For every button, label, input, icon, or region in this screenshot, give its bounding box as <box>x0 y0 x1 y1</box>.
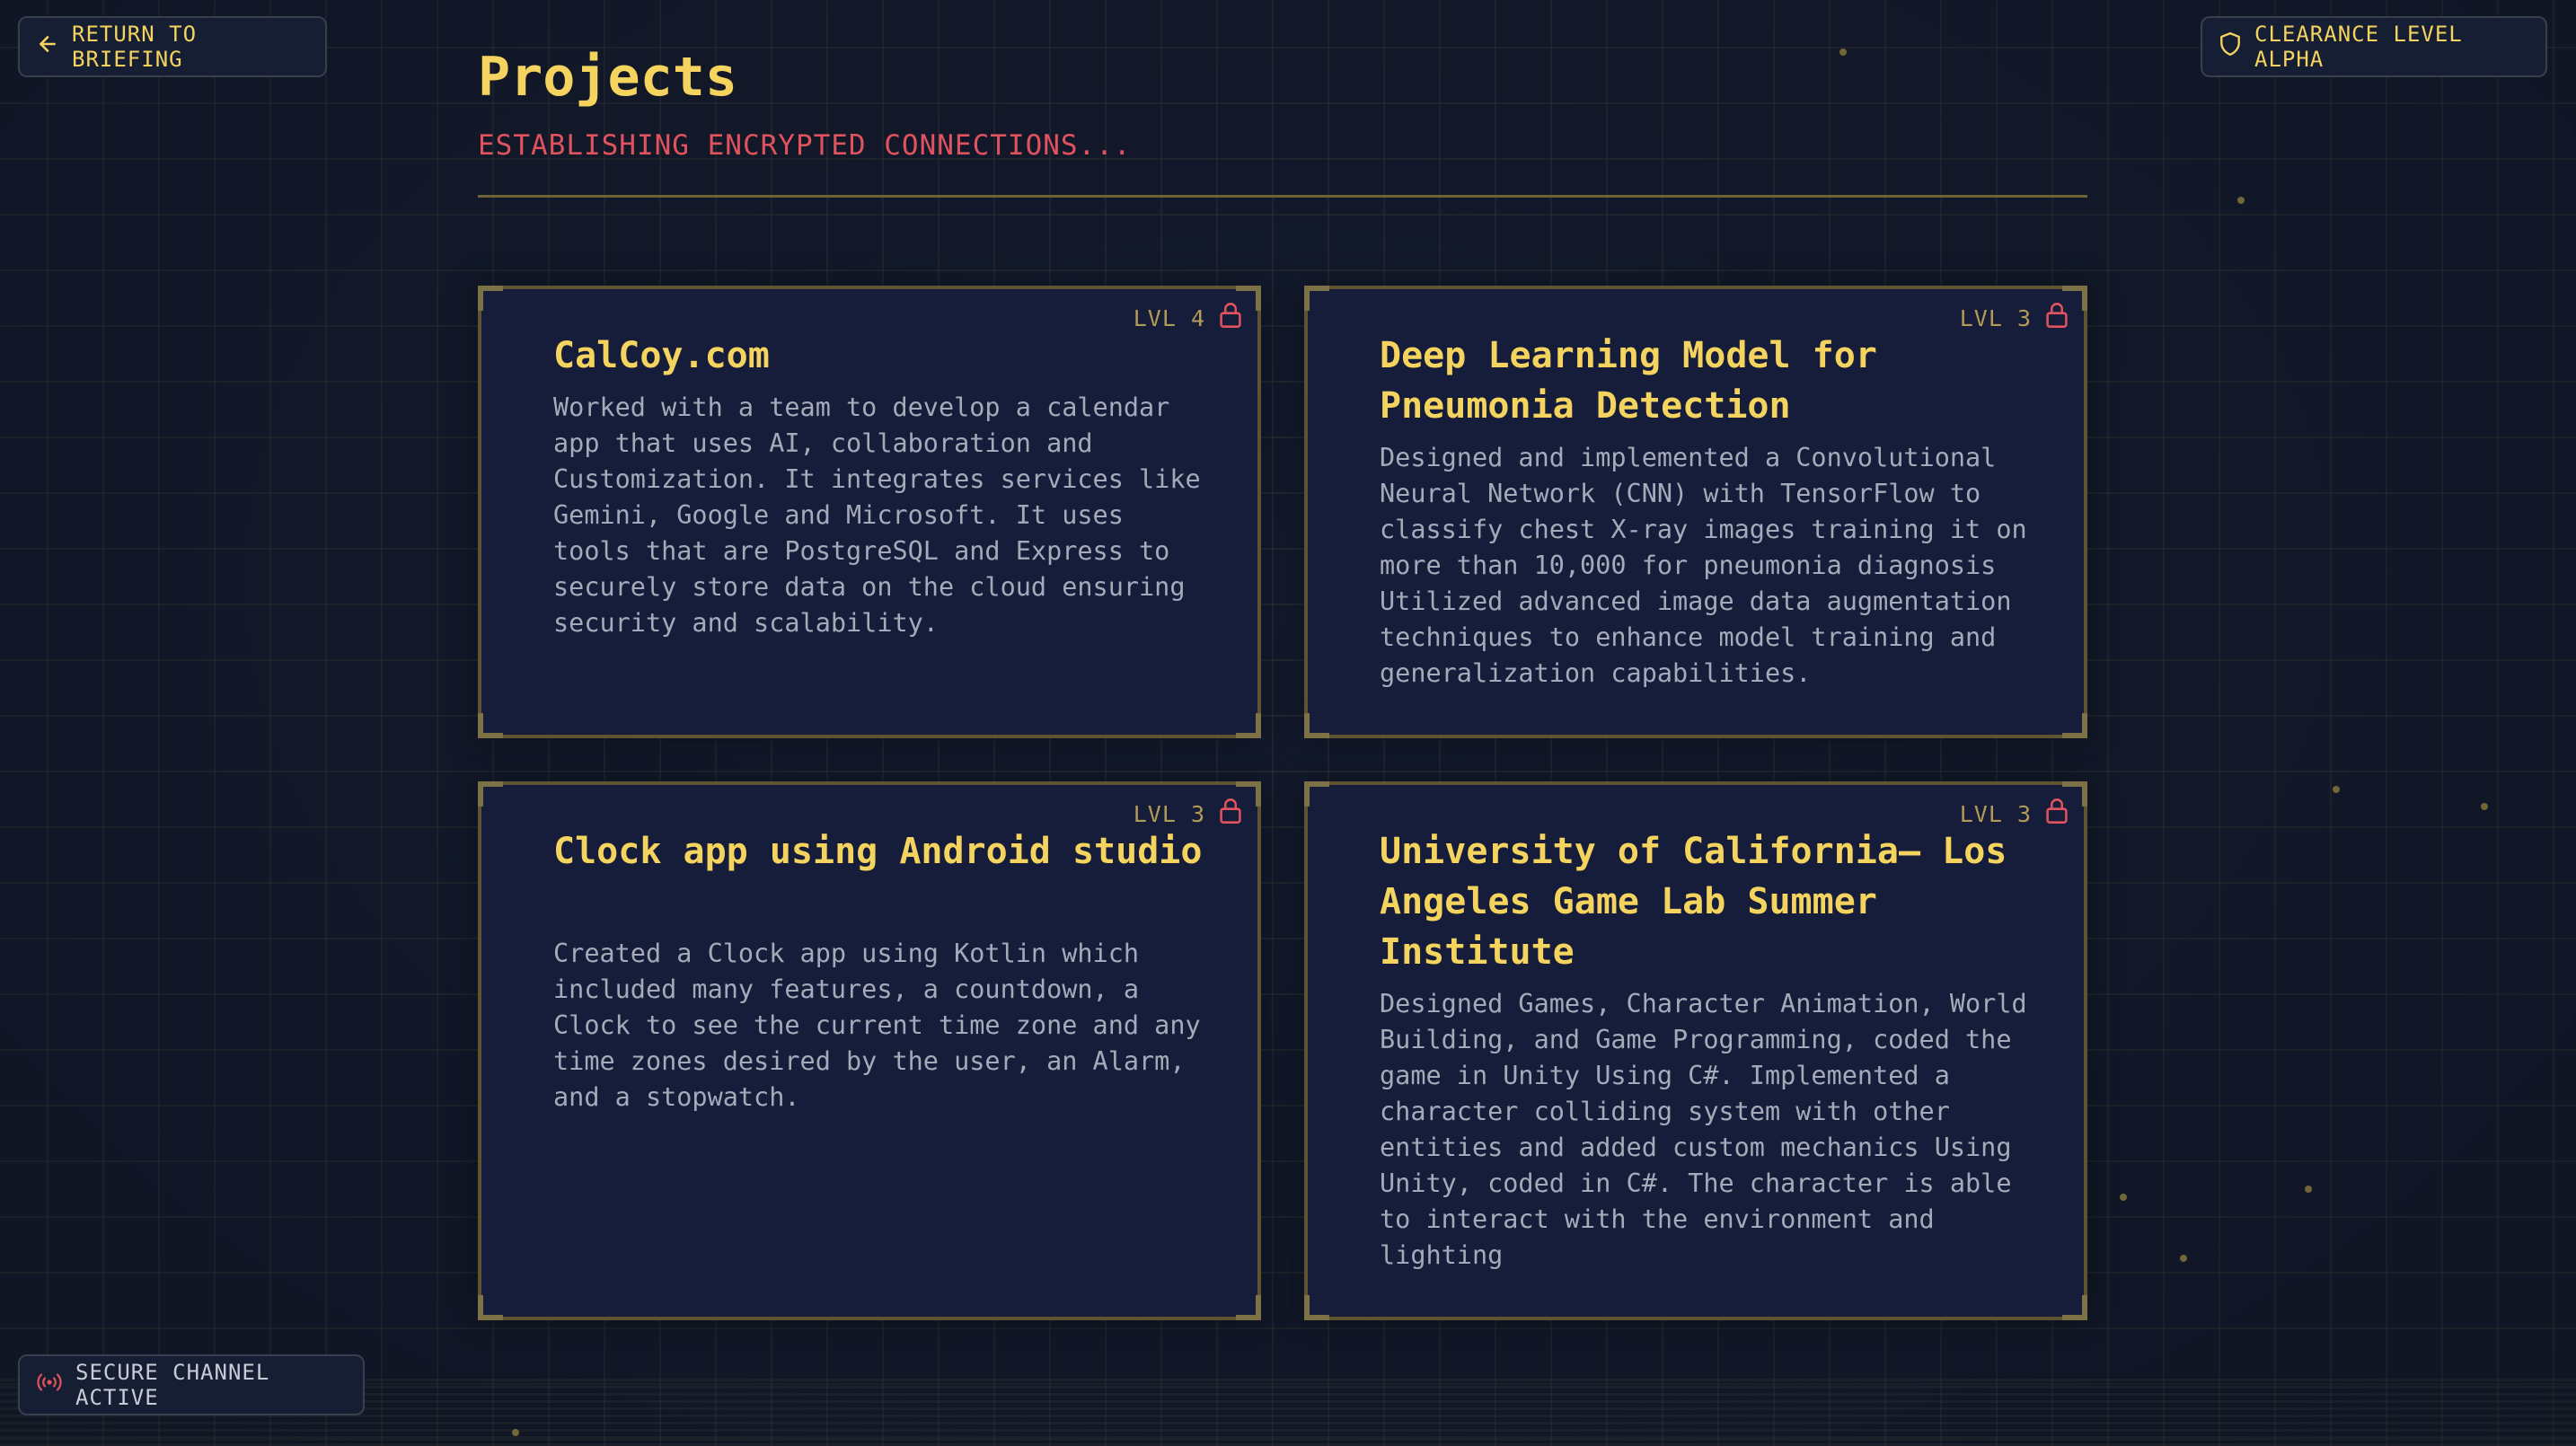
project-card[interactable]: LVL 4 CalCoy.com Worked with a team to d… <box>478 286 1261 738</box>
project-card[interactable]: LVL 3 Clock app using Android studio Cre… <box>478 781 1261 1320</box>
page-subtitle: ESTABLISHING ENCRYPTED CONNECTIONS... <box>478 129 1132 162</box>
particle-dot <box>512 1429 519 1436</box>
card-corner-bracket <box>478 713 503 738</box>
project-description: Designed and implemented a Convolutional… <box>1380 443 2027 688</box>
card-corner-bracket <box>478 286 503 311</box>
particle-dot <box>1839 48 1847 56</box>
clearance-level-tag: LVL 4 <box>1134 302 1243 334</box>
card-corner-bracket <box>1304 1295 1329 1320</box>
clearance-level-tag: LVL 3 <box>1134 798 1243 830</box>
project-card[interactable]: LVL 3 University of California– Los Ange… <box>1304 781 2087 1320</box>
level-label: LVL 3 <box>1959 800 2032 827</box>
card-corner-bracket <box>1304 286 1329 311</box>
background-vignette <box>0 0 2576 1446</box>
particle-dot <box>2180 1255 2187 1262</box>
project-description: Designed Games, Character Animation, Wor… <box>1380 989 2027 1270</box>
level-label: LVL 4 <box>1133 304 1205 331</box>
card-corner-bracket <box>2062 1295 2087 1320</box>
card-corner-bracket <box>478 781 503 807</box>
project-description: Created a Clock app using Kotlin which i… <box>553 939 1201 1112</box>
secure-channel-status: SECURE CHANNEL ACTIVE <box>18 1354 365 1415</box>
clearance-level-tag: LVL 3 <box>1960 798 2069 830</box>
card-corner-bracket <box>1236 713 1261 738</box>
return-to-briefing-button[interactable]: RETURN TO BRIEFING <box>18 16 327 77</box>
card-corner-bracket <box>2062 713 2087 738</box>
page-title: Projects <box>478 46 737 109</box>
particle-dot <box>2120 1194 2127 1201</box>
scanline-band <box>0 1379 2576 1446</box>
lock-icon <box>2044 798 2069 830</box>
broadcast-icon <box>36 1371 63 1399</box>
level-label: LVL 3 <box>1959 304 2032 331</box>
particle-dot <box>2333 786 2340 793</box>
project-description: Worked with a team to develop a calendar… <box>553 392 1201 638</box>
lock-icon <box>2044 302 2069 334</box>
level-label: LVL 3 <box>1133 800 1205 827</box>
header-divider <box>478 195 2087 198</box>
clearance-level-tag: LVL 3 <box>1960 302 2069 334</box>
card-corner-bracket <box>478 1295 503 1320</box>
card-corner-bracket <box>1304 713 1329 738</box>
project-title: Deep Learning Model for Pneumonia Detect… <box>1380 335 1877 427</box>
project-card[interactable]: LVL 3 Deep Learning Model for Pneumonia … <box>1304 286 2087 738</box>
project-title: Clock app using Android studio <box>553 831 1203 872</box>
clearance-badge: CLEARANCE LEVEL ALPHA <box>2201 16 2547 77</box>
arrow-left-icon <box>36 32 59 61</box>
card-corner-bracket <box>1304 781 1329 807</box>
particle-dot <box>2481 803 2488 810</box>
project-title: CalCoy.com <box>553 335 770 376</box>
particle-dot <box>2237 197 2245 204</box>
shield-icon <box>2219 31 2242 62</box>
particle-dot <box>2305 1186 2312 1193</box>
secure-channel-label: SECURE CHANNEL ACTIVE <box>75 1360 270 1410</box>
card-corner-bracket <box>1236 1295 1261 1320</box>
return-button-label: RETURN TO BRIEFING <box>72 22 198 72</box>
lock-icon <box>1218 302 1243 334</box>
lock-icon <box>1218 798 1243 830</box>
clearance-label: CLEARANCE LEVEL ALPHA <box>2254 22 2463 72</box>
project-title: University of California– Los Angeles Ga… <box>1380 831 2007 973</box>
